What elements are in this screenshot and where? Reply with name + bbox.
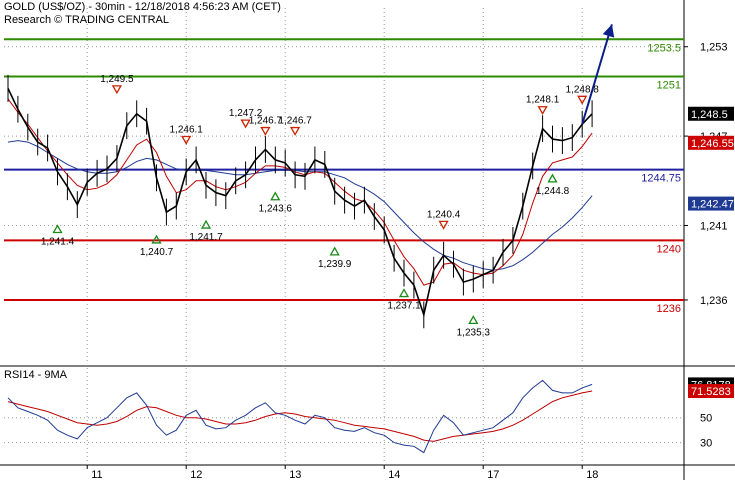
swing-low-marker: [468, 315, 479, 325]
rsi-tick-label: 50: [700, 413, 712, 425]
swing-high-label: 1,246.7: [278, 116, 312, 127]
swing-low-label: 1,240.7: [140, 247, 174, 258]
swing-high-label: 1,240.4: [427, 209, 461, 220]
swing-low-label: 1,239.9: [318, 259, 352, 270]
time-tick-label: 17: [487, 469, 499, 480]
swing-low-label: 1,235.3: [457, 327, 491, 338]
swing-low-label: 1,241.7: [189, 232, 223, 243]
time-tick-label: 18: [586, 469, 598, 480]
swing-low-label: 1,241.4: [41, 237, 75, 248]
swing-high-marker: [289, 126, 301, 136]
swing-high-marker: [537, 106, 548, 116]
swing-low-marker: [398, 288, 410, 298]
forecast-arrow-head: [602, 24, 615, 38]
level-label: 1253.5: [647, 42, 681, 54]
level-label: 1251: [657, 80, 681, 92]
swing-low-label: 1,237.1: [387, 301, 421, 312]
swing-high-marker: [260, 126, 271, 136]
price-tag-label: 1,246.55: [691, 138, 734, 150]
time-tick-label: 14: [388, 469, 400, 480]
time-tick-label: 11: [91, 469, 102, 480]
rsi-line: [7, 379, 593, 454]
swing-high-marker: [577, 95, 588, 105]
swing-high-label: 1,246.1: [170, 125, 204, 136]
swing-low-marker: [329, 246, 340, 256]
fast-moving-average-line: [7, 98, 593, 286]
swing-low-marker: [52, 224, 63, 234]
gold-price-chart: 1,2531,2471,2411,2361112131417181253.512…: [0, 0, 735, 480]
rsi-title: RSI14 - 9MA: [4, 369, 68, 381]
swing-low-marker: [270, 191, 281, 201]
swing-low-label: 1,243.6: [259, 204, 293, 215]
swing-high-label: 1,249.5: [100, 74, 134, 85]
rsi-ma-line: [7, 390, 593, 442]
swing-low-label: 1,244.8: [536, 186, 570, 197]
price-tag-label: 1,248.5: [691, 109, 728, 121]
time-tick-label: 13: [289, 469, 301, 480]
level-label: 1244.75: [641, 173, 681, 185]
level-label: 1236: [657, 303, 681, 315]
time-tick-label: 12: [190, 469, 202, 480]
price-tick-label: 1,241: [700, 220, 728, 232]
price-tick-label: 1,236: [700, 295, 728, 307]
price-tag-label: 1,242.47: [691, 199, 734, 211]
level-label: 1240: [657, 243, 681, 255]
swing-high-label: 1,248.1: [526, 95, 560, 106]
rsi-tick-label: 30: [700, 438, 712, 450]
swing-low-marker: [547, 173, 558, 183]
swing-high-marker: [111, 85, 123, 95]
price-tick-label: 1,253: [700, 42, 728, 54]
swing-low-marker: [200, 219, 212, 229]
rsi-tag-label: 71.5283: [691, 386, 731, 398]
swing-high-label: 1,248.8: [566, 84, 600, 95]
swing-high-marker: [438, 220, 449, 230]
